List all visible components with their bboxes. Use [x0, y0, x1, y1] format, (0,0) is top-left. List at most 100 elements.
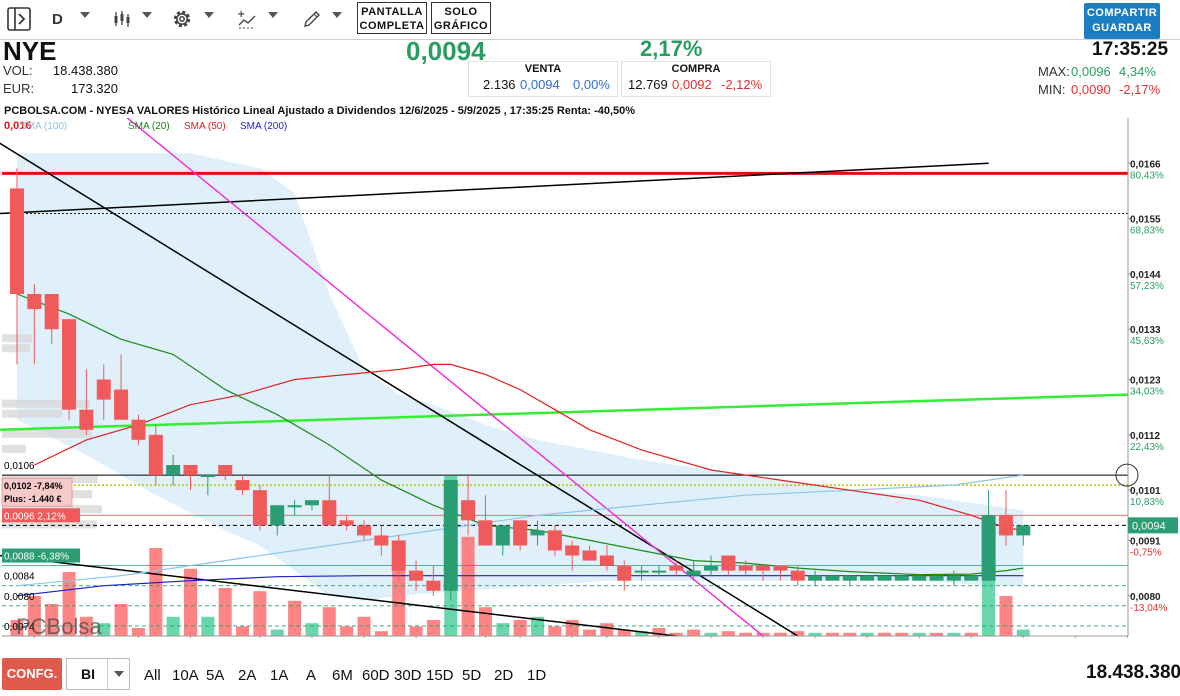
volume-bar [548, 626, 562, 636]
volume-bar [1016, 629, 1030, 636]
range-5d[interactable]: 5D [462, 662, 481, 690]
range-1a[interactable]: 1A [270, 662, 288, 690]
candle-body [998, 515, 1013, 536]
panel-icon [7, 7, 31, 31]
range-2a[interactable]: 2A [238, 662, 256, 690]
y-tick-percent: 10,83% [1130, 497, 1164, 508]
candle-body [62, 319, 77, 410]
period-selector[interactable]: D [52, 4, 63, 34]
y-tick-label: 0,0091 [1130, 536, 1161, 547]
range-15d[interactable]: 15D [426, 662, 454, 690]
volume-bar [322, 607, 336, 636]
min-price: 0,0090 [1071, 82, 1111, 97]
range-30d[interactable]: 30D [394, 662, 422, 690]
watermark: PCBolsa [16, 614, 102, 638]
bi-select-value: BI [81, 666, 95, 682]
venta-label: VENTA [524, 63, 562, 75]
candle-body [912, 575, 927, 581]
candlestick-icon [114, 11, 130, 27]
candle-body [495, 525, 510, 546]
compra-price: 0,0092 [672, 77, 712, 92]
left-label-0096: 0,0096 2,12% [4, 511, 66, 522]
compra-label: COMPRA [671, 63, 721, 75]
y-tick-percent: 68,83% [1130, 226, 1164, 237]
volume-bar [461, 536, 475, 636]
orderbook-block [2, 399, 90, 408]
volume-bar [131, 628, 145, 636]
min-pct: -2,17% [1119, 82, 1161, 97]
candle-body [131, 419, 146, 440]
bi-select-divider [107, 659, 108, 689]
fullscreen-button[interactable]: PANTALLA COMPLETA [357, 2, 427, 34]
volume-bar [583, 629, 597, 636]
candle-body [721, 555, 736, 571]
range-all[interactable]: All [144, 662, 161, 690]
price-chart[interactable]: 0,0166 80,43% 0,0155 68,83% 0,0144 57,23% 0,01… [0, 112, 1180, 653]
fullscreen-label-line2: COMPLETA [359, 20, 425, 32]
range-6m[interactable]: 6M [332, 662, 353, 690]
chart-svg[interactable]: 0,016680,43% 0,015568,83% 0,014457,23% 0,01… [0, 112, 1180, 653]
chevron-down-icon[interactable] [204, 12, 214, 18]
range-10a[interactable]: 10A [172, 662, 199, 690]
pencil-icon [304, 11, 320, 27]
candle-body [166, 465, 181, 476]
range-5a[interactable]: 5A [206, 662, 224, 690]
candle-body [322, 500, 337, 526]
legend-sma100: SMA (100) [20, 121, 67, 132]
volume-total: 18.438.380 [1086, 662, 1180, 683]
venta-pct: 0,00% [573, 77, 610, 92]
svg-text:+: + [237, 9, 245, 20]
chevron-down-icon[interactable] [80, 12, 90, 18]
venta-panel: VENTA 2.136 0,0094 0,00% [468, 61, 618, 97]
candle-body [114, 389, 129, 420]
candle-body [44, 294, 59, 330]
compra-qty: 12.769 [628, 77, 668, 92]
volume-bar [114, 604, 128, 636]
range-2d[interactable]: 2D [494, 662, 513, 690]
candle-body [547, 530, 562, 551]
volume-bar [478, 607, 492, 636]
candle-body [218, 465, 233, 476]
volume-bar [253, 591, 267, 636]
share-button[interactable]: COMPARTIR GUARDAR [1084, 3, 1160, 39]
orderbook-block [2, 429, 92, 438]
chart-only-button[interactable]: SOLO GRÁFICO [431, 2, 491, 34]
candle-body [252, 490, 267, 526]
volume-bar [409, 626, 423, 636]
volume-bar [513, 620, 527, 636]
candle-body [1016, 525, 1031, 536]
volume-bar [982, 580, 996, 636]
period-label: D [52, 10, 63, 28]
panel-button[interactable] [6, 4, 32, 34]
candle-body [599, 555, 614, 566]
candle-body [183, 465, 198, 476]
settings-button[interactable] [170, 4, 194, 34]
y-tick-percent: 80,43% [1130, 170, 1164, 181]
y-tick-label: 0,0101 [1130, 486, 1161, 497]
range-a[interactable]: A [306, 662, 316, 690]
candle-body [357, 525, 371, 536]
range-60d[interactable]: 60D [362, 662, 390, 690]
candle-body [860, 575, 875, 581]
indicators-button[interactable]: + [236, 4, 258, 34]
config-button[interactable]: CONFG. [2, 658, 62, 690]
candle-body [877, 575, 892, 581]
range-1d[interactable]: 1D [527, 662, 546, 690]
chevron-down-icon[interactable] [332, 12, 342, 18]
candle-body [704, 565, 718, 571]
chart-only-label-line2: GRÁFICO [433, 20, 489, 32]
toolbar-divider [0, 39, 1180, 40]
chart-type-button[interactable] [112, 4, 132, 34]
candle-body [617, 565, 632, 581]
volume-bar [218, 588, 232, 636]
chevron-down-icon[interactable] [268, 12, 278, 18]
drawing-tools-button[interactable] [302, 4, 322, 34]
candle-body [946, 575, 961, 581]
candle-body [842, 575, 857, 581]
legend-sma200: SMA (200) [240, 121, 287, 132]
bi-select[interactable]: BI [66, 658, 130, 690]
chart-only-label-line1: SOLO [444, 6, 478, 18]
candle-body [200, 475, 215, 478]
chevron-down-icon[interactable] [142, 12, 152, 18]
candle-body [10, 188, 24, 295]
